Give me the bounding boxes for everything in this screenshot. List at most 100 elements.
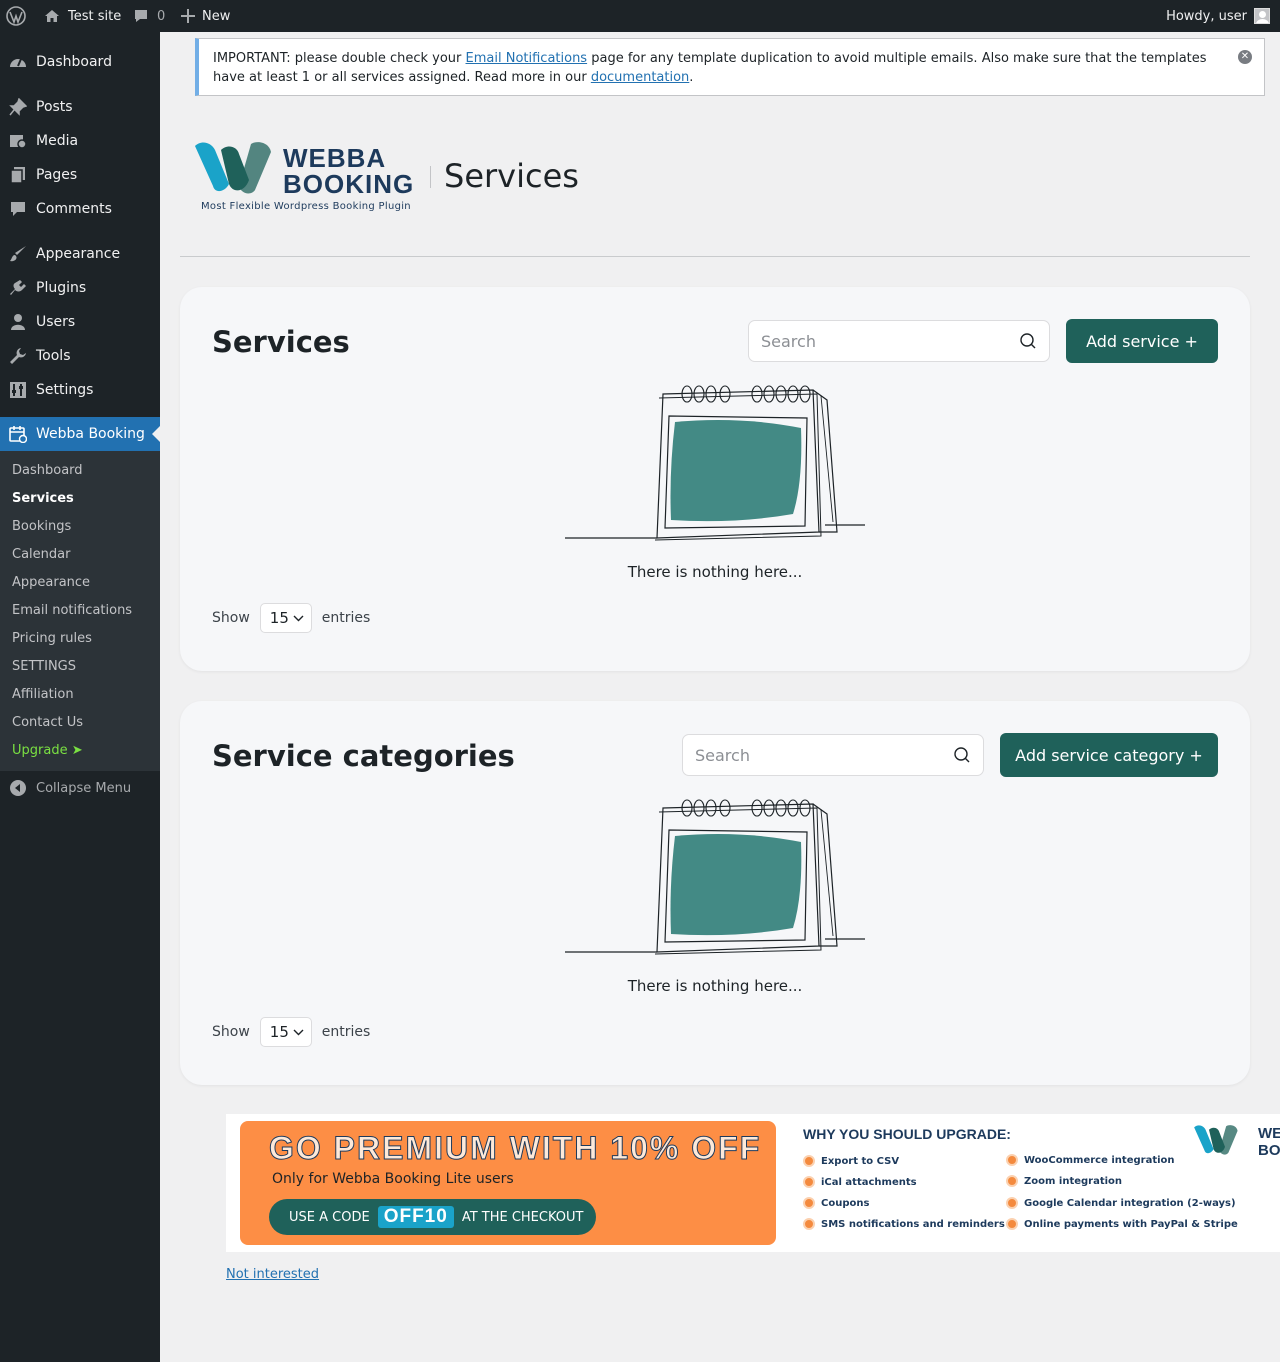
- chevron-down-icon: [293, 615, 304, 621]
- feature-item: Coupons: [803, 1197, 869, 1209]
- submenu-item-settings[interactable]: SETTINGS: [12, 652, 76, 680]
- my-account-link[interactable]: Howdy, user: [1166, 0, 1280, 32]
- wrench-icon: [0, 347, 36, 365]
- dismiss-notice-icon[interactable]: ✕: [1238, 50, 1252, 64]
- sidebar-item-pages[interactable]: Pages: [0, 158, 160, 192]
- settings-icon: [0, 381, 36, 399]
- feature-item: SMS notifications and reminders: [803, 1218, 1005, 1230]
- email-notifications-link[interactable]: Email Notifications: [466, 51, 588, 66]
- submenu-item-calendar[interactable]: Calendar: [12, 540, 70, 568]
- orange-bullet-icon: [1006, 1154, 1018, 1166]
- collapse-arrow-icon: [0, 780, 36, 796]
- webba-w-logo-icon: [1194, 1125, 1238, 1155]
- comment-bubble-icon: [135, 10, 147, 22]
- comments-count: 0: [157, 8, 166, 24]
- why-upgrade-title: WHY YOU SHOULD UPGRADE:: [803, 1126, 1011, 1142]
- submenu-item-dashboard[interactable]: Dashboard: [12, 456, 83, 484]
- plus-icon: [181, 9, 195, 23]
- admin-sidebar: Dashboard Posts Media Pages Comments App…: [0, 32, 160, 1362]
- submenu-item-bookings[interactable]: Bookings: [12, 512, 71, 540]
- documentation-link[interactable]: documentation: [591, 70, 689, 85]
- submenu-item-affiliation[interactable]: Affiliation: [12, 680, 74, 708]
- orange-bullet-icon: [803, 1197, 815, 1209]
- site-name-link[interactable]: Test site: [44, 0, 121, 32]
- categories-entries-select[interactable]: 15: [259, 1017, 312, 1047]
- categories-search-input[interactable]: [695, 745, 953, 765]
- webba-booking-logo: WEBBA BOOKING Most Flexible Wordpress Bo…: [195, 140, 413, 212]
- avatar: [1254, 8, 1270, 24]
- sidebar-item-dashboard[interactable]: Dashboard: [0, 45, 160, 79]
- site-name: Test site: [68, 8, 122, 24]
- feature-item: Online payments with PayPal & Stripe: [1006, 1218, 1238, 1230]
- new-label: New: [202, 8, 231, 24]
- submenu-item-contact-us[interactable]: Contact Us: [12, 708, 83, 736]
- feature-item: Export to CSV: [803, 1155, 899, 1167]
- pin-icon: [0, 98, 36, 116]
- sidebar-item-media[interactable]: Media: [0, 124, 160, 158]
- home-icon: [45, 10, 59, 22]
- add-service-button[interactable]: Add service +: [1066, 319, 1218, 363]
- sidebar-item-settings[interactable]: Settings: [0, 373, 160, 407]
- plugin-icon: [0, 279, 36, 297]
- sidebar-item-plugins[interactable]: Plugins: [0, 271, 160, 305]
- webba-w-logo-icon: [195, 142, 271, 194]
- promo-code-pill: USE A CODE OFF10 AT THE CHECKOUT: [269, 1199, 596, 1235]
- media-icon: [0, 132, 36, 150]
- sidebar-item-tools[interactable]: Tools: [0, 339, 160, 373]
- sidebar-item-posts[interactable]: Posts: [0, 90, 160, 124]
- pages-icon: [0, 166, 36, 184]
- sidebar-item-comments[interactable]: Comments: [0, 192, 160, 226]
- orange-bullet-icon: [1006, 1218, 1018, 1230]
- comment-icon: [0, 200, 36, 218]
- search-icon: [1020, 333, 1036, 349]
- wordpress-logo-icon[interactable]: [6, 0, 30, 32]
- categories-page-length: Show 15 entries: [212, 1017, 370, 1047]
- sidebar-item-appearance[interactable]: Appearance: [0, 237, 160, 271]
- services-search[interactable]: [748, 320, 1050, 362]
- feature-item: Google Calendar integration (2-ways): [1006, 1197, 1236, 1209]
- feature-item: WooCommerce integration: [1006, 1154, 1175, 1166]
- categories-title: Service categories: [212, 739, 515, 773]
- premium-banner[interactable]: GO PREMIUM WITH 10% OFF Only for Webba B…: [226, 1114, 1280, 1252]
- categories-empty-text: There is nothing here...: [627, 977, 803, 995]
- feature-item: Zoom integration: [1006, 1175, 1122, 1187]
- promo-box: GO PREMIUM WITH 10% OFF Only for Webba B…: [240, 1121, 776, 1245]
- promo-code: OFF10: [377, 1206, 454, 1228]
- howdy-text: Howdy, user: [1166, 8, 1247, 24]
- service-categories-panel: Service categories Add service category …: [180, 701, 1250, 1085]
- sidebar-item-webba-booking[interactable]: Webba Booking: [0, 417, 160, 451]
- comments-link[interactable]: 0: [133, 0, 165, 32]
- brand-name: WEBBA BOOKING: [283, 143, 415, 199]
- empty-calendar-illustration: [565, 799, 865, 955]
- submenu-item-appearance[interactable]: Appearance: [12, 568, 90, 596]
- submenu-item-upgrade[interactable]: Upgrade ➤: [12, 736, 83, 764]
- services-search-input[interactable]: [761, 331, 1019, 351]
- webba-submenu: Dashboard Services Bookings Calendar App…: [0, 451, 160, 771]
- not-interested-link[interactable]: Not interested: [226, 1267, 319, 1282]
- categories-search[interactable]: [682, 734, 984, 776]
- orange-bullet-icon: [1006, 1175, 1018, 1187]
- orange-bullet-icon: [803, 1176, 815, 1188]
- services-panel: Services Add service + There is nothing …: [180, 287, 1250, 671]
- admin-bar: Test site 0 New Howdy, user: [0, 0, 1280, 32]
- submenu-item-services[interactable]: Services: [12, 484, 74, 512]
- chevron-down-icon: [293, 1029, 304, 1035]
- new-content-link[interactable]: New: [181, 0, 230, 32]
- header-separator: [430, 166, 431, 188]
- important-notice: IMPORTANT: please double check your Emai…: [195, 38, 1265, 96]
- page-title: Services: [444, 157, 579, 195]
- services-entries-select[interactable]: 15: [259, 603, 312, 633]
- promo-subtitle: Only for Webba Booking Lite users: [272, 1171, 514, 1187]
- sidebar-item-users[interactable]: Users: [0, 305, 160, 339]
- feature-item: iCal attachments: [803, 1176, 917, 1188]
- calendar-icon: [0, 425, 36, 443]
- collapse-menu-button[interactable]: Collapse Menu: [0, 772, 131, 804]
- brush-icon: [0, 245, 36, 263]
- empty-calendar-illustration: [565, 385, 865, 541]
- submenu-item-pricing-rules[interactable]: Pricing rules: [12, 624, 92, 652]
- header-divider: [180, 256, 1250, 257]
- orange-bullet-icon: [1006, 1197, 1018, 1209]
- orange-bullet-icon: [803, 1218, 815, 1230]
- add-service-category-button[interactable]: Add service category +: [1000, 733, 1218, 777]
- submenu-item-email-notifications[interactable]: Email notifications: [12, 596, 132, 624]
